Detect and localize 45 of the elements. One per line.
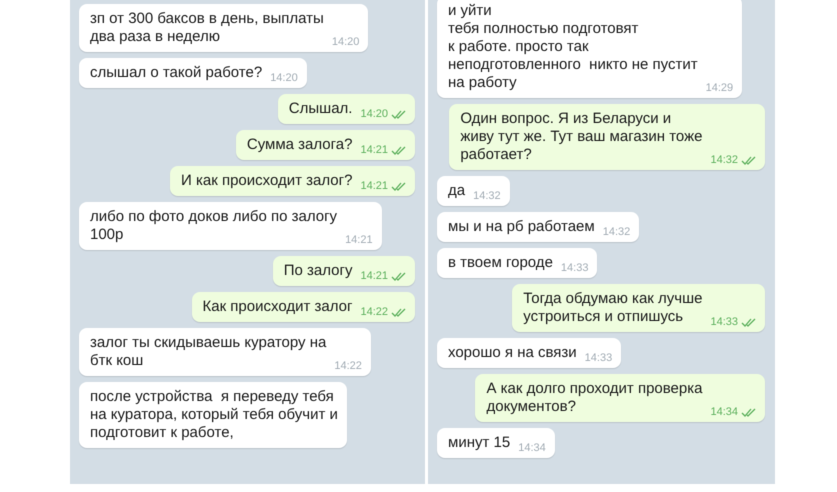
double-check-icon bbox=[741, 408, 756, 416]
message-time: 14:21 bbox=[360, 180, 388, 192]
double-check-icon bbox=[741, 156, 756, 164]
message-time: 14:21 bbox=[360, 144, 388, 156]
double-check-icon bbox=[391, 308, 406, 316]
message-text: в твоем городе bbox=[448, 254, 553, 272]
message-time: 14:20 bbox=[270, 72, 298, 84]
double-check-icon bbox=[391, 182, 406, 190]
message-text: И как происходит залог? bbox=[181, 172, 352, 190]
message-text: слышал о такой работе? bbox=[90, 64, 262, 82]
message-time: 14:32 bbox=[710, 154, 738, 166]
message-time: 14:34 bbox=[518, 442, 546, 454]
message-text: залог ты скидываешь куратору на бтк кош bbox=[90, 334, 326, 370]
message-time: 14:34 bbox=[710, 406, 738, 418]
message-time: 14:22 bbox=[334, 360, 362, 372]
message-text: Один вопрос. Я из Беларуси и живу тут же. Тут ваш магазин тоже работает? bbox=[460, 110, 702, 164]
message-text: после устройства я переведу тебя на куратора, который тебя обучит и подготовит к работе, bbox=[90, 388, 338, 442]
message-text: Слышал. bbox=[288, 100, 352, 118]
message-text: Как происходит залог bbox=[202, 298, 352, 316]
message-time: 14:33 bbox=[584, 352, 612, 364]
double-check-icon bbox=[391, 146, 406, 154]
message-text: да bbox=[448, 182, 466, 200]
message-time: 14:33 bbox=[710, 316, 738, 328]
message-text: Сумма залога? bbox=[246, 136, 352, 154]
message-time: 14:33 bbox=[560, 262, 588, 274]
message-text: зп от 300 баксов в день, выплаты два раза в неделю bbox=[90, 10, 324, 46]
message-time: 14:32 bbox=[602, 226, 630, 238]
double-check-icon bbox=[391, 110, 406, 118]
message-time: 14:21 bbox=[345, 234, 373, 246]
double-check-icon bbox=[391, 272, 406, 280]
message-text: По залогу bbox=[284, 262, 352, 280]
message-time: 14:21 bbox=[360, 270, 388, 282]
message-text: либо по фото доков либо по залогу 100р bbox=[90, 208, 338, 244]
message-text: Тогда обдумаю как лучше устроиться и отпишусь bbox=[523, 290, 702, 326]
message-time: 14:20 bbox=[360, 108, 388, 120]
message-time: 14:32 bbox=[473, 190, 501, 202]
message-time: 14:22 bbox=[360, 306, 388, 318]
double-check-icon bbox=[741, 318, 756, 326]
message-time: 14:20 bbox=[332, 36, 360, 48]
message-text: мы и на рб работаем bbox=[448, 218, 595, 236]
message-text: минут 15 bbox=[448, 434, 510, 452]
message-text: А как долго проходит проверка документов? bbox=[486, 380, 702, 416]
message-time: 14:29 bbox=[706, 82, 734, 94]
message-text: и уйти тебя полностью подготовят к работе. просто так неподготовленного никто не пустит на работу bbox=[448, 2, 698, 92]
message-text: хорошо я на связи bbox=[448, 344, 577, 362]
